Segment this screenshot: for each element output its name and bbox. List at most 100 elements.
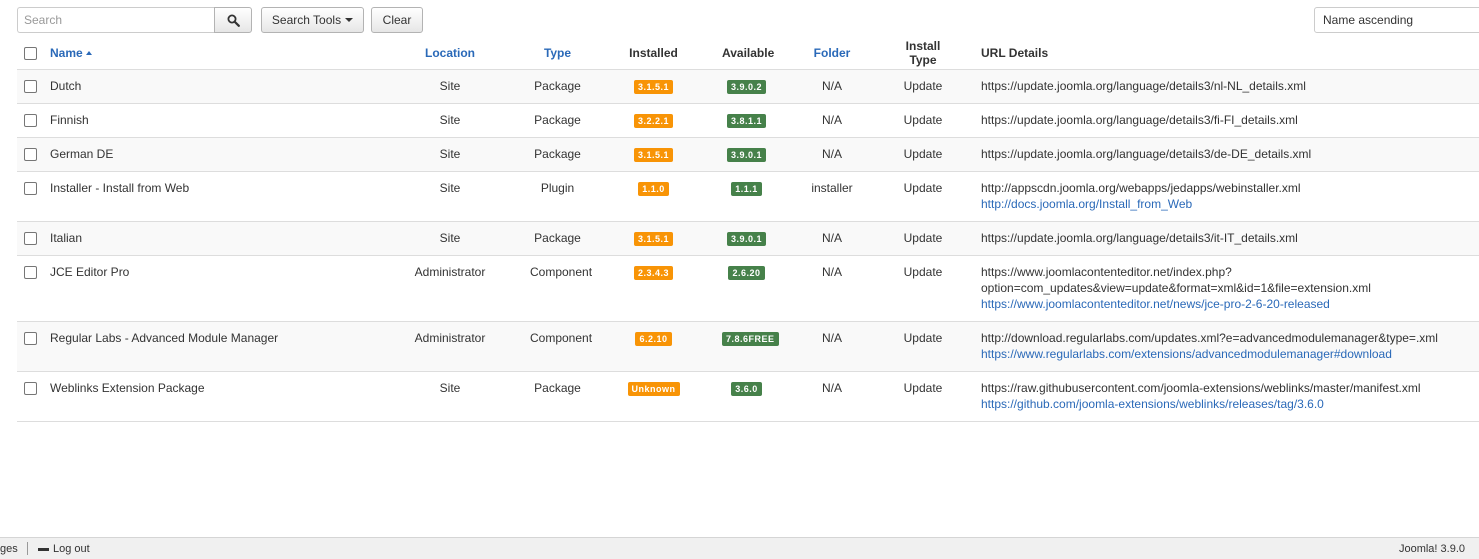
extension-folder: N/A — [821, 78, 842, 93]
table-row: Dutch Site Package 3.1.5.1 3.9.0.2 N/A Update h… — [17, 69, 1479, 103]
column-header-location[interactable]: Location — [370, 37, 530, 69]
column-header-url-details: URL Details — [981, 45, 1049, 60]
info-link[interactable]: https://www.regularlabs.com/extensions/a… — [981, 347, 1392, 361]
extension-location: Administrator — [414, 330, 486, 345]
row-checkbox[interactable] — [23, 266, 37, 280]
column-header-install-type: Install Type — [905, 38, 941, 67]
clear-label: Clear — [382, 13, 412, 27]
row-checkbox[interactable] — [23, 382, 37, 396]
install-type: Update — [903, 330, 943, 345]
available-version-cell: 3.9.0.1 — [722, 221, 771, 255]
row-checkbox[interactable] — [23, 80, 37, 94]
update-url: https://update.joomla.org/language/detai… — [981, 230, 1298, 245]
extension-location: Site — [439, 112, 461, 127]
update-url: https://update.joomla.org/language/detai… — [981, 146, 1312, 161]
available-version-badge: 1.1.1 — [731, 181, 762, 196]
installed-version-badge: 3.1.5.1 — [633, 79, 674, 94]
search-input[interactable] — [17, 7, 215, 33]
search-button[interactable] — [214, 7, 252, 33]
available-version-badge: 3.9.0.1 — [726, 231, 767, 246]
installed-version-cell: 3.2.2.1 — [585, 103, 722, 137]
search-tools-button[interactable]: Search Tools — [261, 7, 364, 33]
column-header-available: Available — [722, 45, 775, 60]
table-row: German DE Site Package 3.1.5.1 3.9.0.1 N/A Upd… — [17, 137, 1479, 171]
updates-table: Name Location Type Installed Available F… — [17, 37, 1479, 422]
extension-name: Regular Labs - Advanced Module Manager — [50, 330, 279, 345]
table-row: Italian Site Package 3.1.5.1 3.9.0.1 N/A Updat… — [17, 221, 1479, 255]
url-details-cell: https://update.joomla.org/language/detai… — [953, 69, 1479, 103]
extension-name: Weblinks Extension Package — [50, 380, 205, 395]
installed-version-cell: 1.1.0 — [585, 171, 722, 221]
footer-messages-link[interactable]: ges — [0, 543, 18, 555]
extension-location: Administrator — [414, 264, 486, 279]
extension-type: Package — [534, 146, 581, 161]
row-checkbox-cell — [17, 137, 43, 171]
extension-name: Finnish — [50, 112, 89, 127]
row-checkbox-cell — [17, 255, 43, 321]
logout-link[interactable]: Log out — [38, 543, 90, 555]
installed-version-badge: 1.1.0 — [638, 181, 669, 196]
extension-name: Italian — [50, 230, 83, 245]
column-header-name[interactable]: Name — [43, 37, 370, 69]
install-type: Update — [903, 180, 943, 195]
extension-folder: installer — [811, 180, 853, 195]
installed-version-cell: 2.3.4.3 — [585, 255, 722, 321]
install-type: Update — [903, 146, 943, 161]
extension-folder: N/A — [821, 264, 842, 279]
row-checkbox[interactable] — [23, 232, 37, 246]
table-row: JCE Editor Pro Administrator Component 2.3.… — [17, 255, 1479, 321]
extension-folder: N/A — [821, 146, 842, 161]
table-row: Weblinks Extension Package Site Package Unk… — [17, 371, 1479, 421]
row-checkbox[interactable] — [23, 332, 37, 346]
update-url: http://download.regularlabs.com/updates.… — [981, 330, 1438, 345]
filter-toolbar: Search Tools Clear Name ascending — [0, 0, 1479, 40]
caret-down-icon — [345, 18, 354, 22]
row-checkbox-cell — [17, 321, 43, 371]
available-version-cell: 3.8.1.1 — [722, 103, 771, 137]
install-type: Update — [903, 380, 943, 395]
installed-version-cell: 3.1.5.1 — [585, 137, 722, 171]
url-details-cell: https://update.joomla.org/language/detai… — [953, 103, 1479, 137]
sort-select-value: Name ascending — [1323, 13, 1414, 27]
row-checkbox[interactable] — [23, 148, 37, 162]
sort-select[interactable]: Name ascending — [1314, 7, 1479, 33]
table-row: Finnish Site Package 3.2.2.1 3.8.1.1 N/A Updat… — [17, 103, 1479, 137]
row-checkbox[interactable] — [23, 182, 37, 196]
installed-version-badge: 3.1.5.1 — [633, 231, 674, 246]
available-version-cell: 3.9.0.2 — [722, 69, 771, 103]
available-version-cell: 2.6.20 — [722, 255, 771, 321]
info-link[interactable]: https://github.com/joomla-extensions/web… — [981, 397, 1324, 411]
installed-version-badge: 3.1.5.1 — [633, 147, 674, 162]
logout-label: Log out — [53, 543, 90, 555]
update-url: http://appscdn.joomla.org/webapps/jedapp… — [981, 180, 1301, 195]
select-all-checkbox[interactable] — [23, 47, 37, 61]
row-checkbox[interactable] — [23, 114, 37, 128]
installed-version-badge: Unknown — [627, 381, 680, 396]
table-row: Installer - Install from Web Site Plugin 1.… — [17, 171, 1479, 221]
extension-name: JCE Editor Pro — [50, 264, 130, 279]
extension-type: Component — [530, 264, 593, 279]
joomla-version: Joomla! 3.9.0 — [1398, 543, 1465, 555]
column-header-folder[interactable]: Folder — [771, 37, 893, 69]
clear-button[interactable]: Clear — [371, 7, 423, 33]
available-version-badge: 3.9.0.1 — [726, 147, 767, 162]
row-checkbox-cell — [17, 69, 43, 103]
installed-version-badge: 2.3.4.3 — [633, 265, 674, 280]
available-version-badge: 3.6.0 — [731, 381, 762, 396]
info-link[interactable]: https://www.joomlacontenteditor.net/news… — [981, 297, 1330, 311]
updates-table-container: Name Location Type Installed Available F… — [17, 37, 1479, 422]
column-header-type[interactable]: Type — [530, 37, 585, 69]
row-checkbox-cell — [17, 171, 43, 221]
footer-divider — [27, 542, 28, 555]
url-details-cell: http://download.regularlabs.com/updates.… — [953, 321, 1479, 371]
extension-type: Package — [534, 112, 581, 127]
column-header-installed: Installed — [629, 45, 678, 60]
extension-type: Component — [530, 330, 593, 345]
info-link[interactable]: http://docs.joomla.org/Install_from_Web — [981, 197, 1192, 211]
available-version-cell: 1.1.1 — [722, 171, 771, 221]
extension-type: Package — [534, 78, 581, 93]
row-checkbox-cell — [17, 221, 43, 255]
minus-icon — [38, 547, 49, 551]
extension-location: Site — [439, 380, 461, 395]
extension-name: German DE — [50, 146, 114, 161]
